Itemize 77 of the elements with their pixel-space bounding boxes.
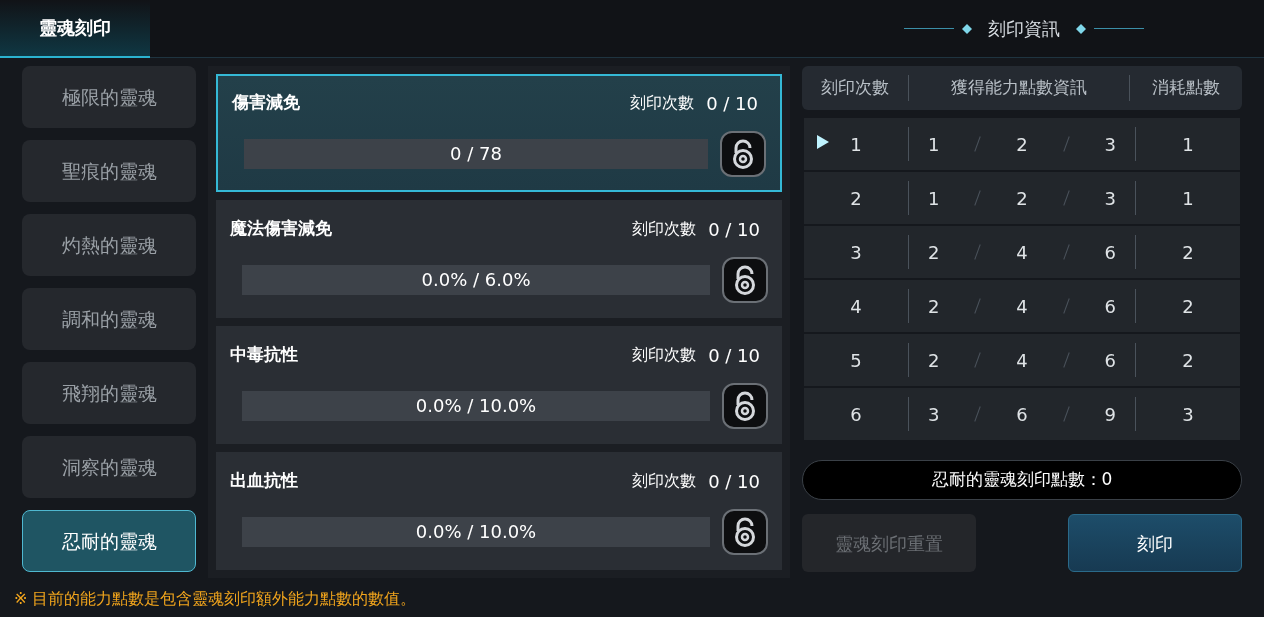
stat-card[interactable]: 出血抗性 刻印次數 0 / 10 0.0% / 10.0%	[216, 452, 782, 570]
table-cell-text: 3	[1104, 186, 1116, 211]
count-value: 0 / 10	[706, 91, 758, 116]
stat-name: 傷害減免	[232, 91, 300, 115]
table-cell-text: 6	[1104, 240, 1116, 265]
count-label: 刻印次數	[632, 218, 697, 240]
table-row[interactable]: 4 2 4 6 2	[804, 280, 1240, 332]
count-label: 刻印次數	[630, 92, 695, 114]
table-cell-text: 2	[1182, 294, 1194, 319]
table-cell-text: 6	[1104, 348, 1116, 373]
table-cell-text: 2	[927, 294, 940, 319]
table-cell-text: 4	[850, 294, 862, 319]
soul-tab[interactable]: 灼熱的靈魂	[22, 214, 196, 276]
count-value: 0 / 10	[708, 469, 760, 494]
table-cell-text: 1	[927, 132, 940, 157]
stat-name: 出血抗性	[230, 469, 298, 493]
table-cell-text: 4	[1016, 348, 1028, 373]
table-cell-text: 2	[1016, 186, 1028, 211]
soul-tab[interactable]: 飛翔的靈魂	[22, 362, 196, 424]
table-cell-text: 1	[850, 132, 862, 157]
lock-button[interactable]	[722, 508, 768, 555]
table-cell-text: 2	[850, 186, 862, 211]
progress-text: 0.0% / 10.0%	[415, 394, 537, 418]
table-cell-text: 1	[1182, 186, 1194, 211]
table-cell-text: 2	[1016, 132, 1028, 157]
table-cell-text: 9	[1104, 402, 1116, 427]
progress-text: 0.0% / 10.0%	[415, 520, 537, 544]
table-cell-text: 1	[927, 186, 940, 211]
table-row[interactable]: 6 3 6 9 3	[804, 388, 1240, 440]
column-header: 刻印次數	[820, 76, 890, 100]
table-row[interactable]: 2 1 2 3 1	[804, 172, 1240, 224]
stat-card[interactable]: 傷害減免 刻印次數 0 / 10 0 / 78	[216, 74, 782, 192]
count-label: 刻印次數	[632, 470, 697, 492]
table-cell-text: 6	[1016, 402, 1028, 427]
stat-card[interactable]: 中毒抗性 刻印次數 0 / 10 0.0% / 10.0%	[216, 326, 782, 444]
soul-tab[interactable]: 聖痕的靈魂	[22, 140, 196, 202]
soul-tab[interactable]: 調和的靈魂	[22, 288, 196, 350]
page-title: 靈魂刻印	[39, 16, 111, 40]
table-cell-text: 3	[850, 240, 862, 265]
section-title: 刻印資訊	[988, 17, 1060, 41]
points-display: 忍耐的靈魂刻印點數：0	[802, 460, 1242, 500]
soul-tab[interactable]: 洞察的靈魂	[22, 436, 196, 498]
count-value: 0 / 10	[708, 343, 760, 368]
column-header: 消耗點數	[1151, 76, 1221, 100]
table-cell-text: 6	[1104, 294, 1116, 319]
column-header: 獲得能力點數資訊	[908, 75, 1130, 101]
table-row[interactable]: 5 2 4 6 2	[804, 334, 1240, 386]
table-cell-text: 2	[927, 240, 940, 265]
stat-name: 魔法傷害減免	[230, 217, 332, 241]
table-cell-text: 3	[1182, 402, 1194, 427]
table-row[interactable]: 1 1 2 3 1	[804, 118, 1240, 170]
table-cell-text: 3	[927, 402, 940, 427]
progress-text: 0 / 78	[450, 142, 502, 166]
table-cell-text: 2	[1182, 348, 1194, 373]
table-cell-text: 4	[1016, 240, 1028, 265]
table-row[interactable]: 3 2 4 6 2	[804, 226, 1240, 278]
lock-button[interactable]	[722, 256, 768, 303]
stat-name: 中毒抗性	[230, 343, 298, 367]
soul-tab[interactable]: 忍耐的靈魂	[22, 510, 196, 572]
table-cell-text: 1	[1182, 132, 1194, 157]
progress-text: 0.0% / 6.0%	[421, 268, 531, 292]
soul-tab[interactable]: 極限的靈魂	[22, 66, 196, 128]
table-cell-text: 2	[1182, 240, 1194, 265]
diamond-icon	[962, 23, 972, 34]
table-cell-text: 4	[1016, 294, 1028, 319]
count-label: 刻印次數	[632, 344, 697, 366]
lock-button[interactable]	[722, 382, 768, 429]
lock-button[interactable]	[720, 130, 766, 177]
stat-card[interactable]: 魔法傷害減免 刻印次數 0 / 10 0.0% / 6.0%	[216, 200, 782, 318]
count-value: 0 / 10	[708, 217, 760, 242]
diamond-icon	[1076, 23, 1086, 34]
footnote-text: ※ 目前的能力點數是包含靈魂刻印額外能力點數的數值。	[13, 588, 418, 610]
table-cell-text: 3	[1104, 132, 1116, 157]
table-cell-text: 6	[850, 402, 862, 427]
imprint-button[interactable]: 刻印	[1068, 514, 1242, 572]
table-cell-text: 2	[927, 348, 940, 373]
table-cell-text: 5	[850, 348, 862, 373]
